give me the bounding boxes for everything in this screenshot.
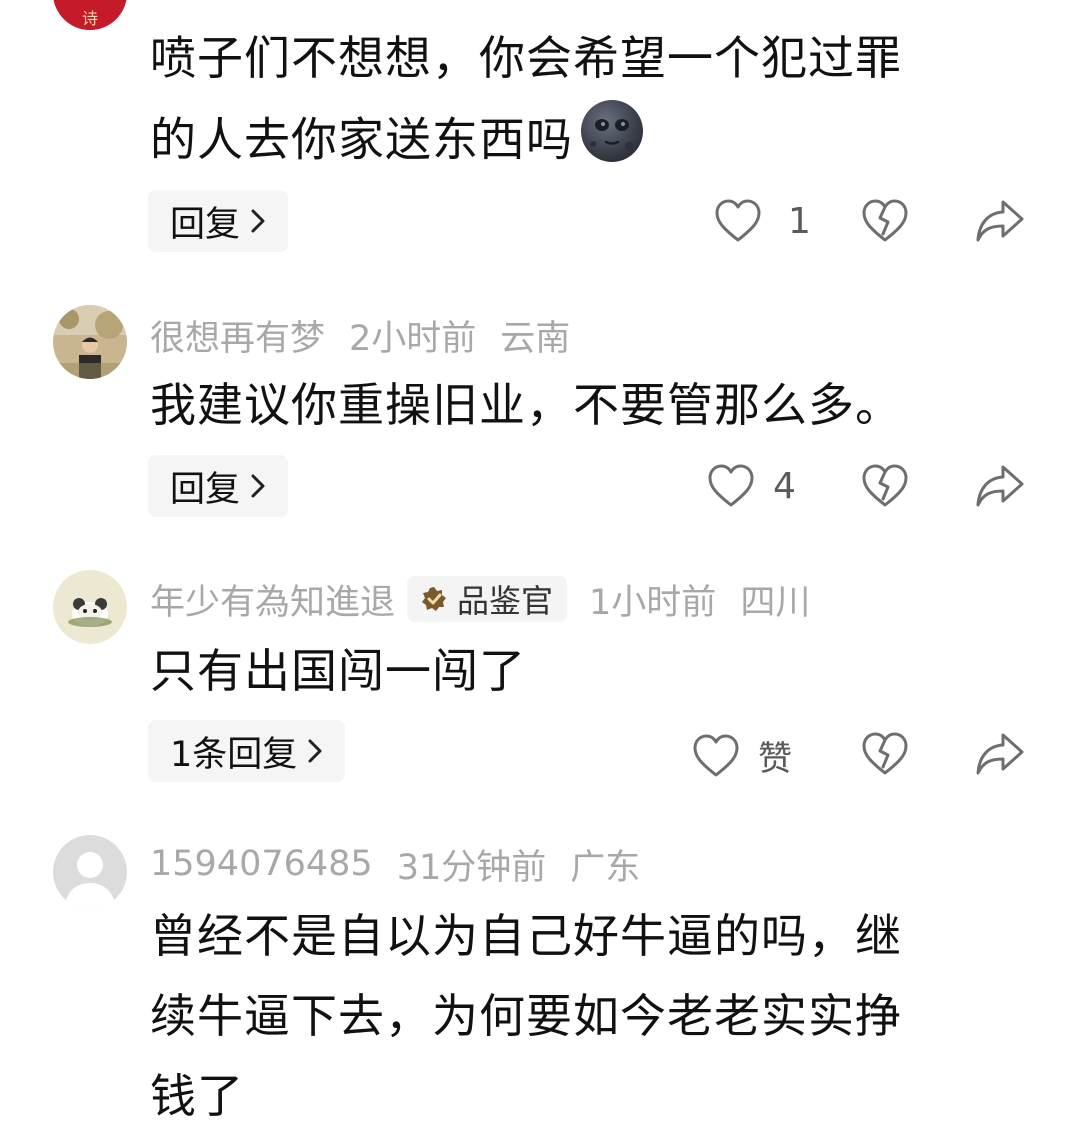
dislike-button[interactable] (861, 731, 909, 777)
comment-text-line: 的人去你家送东西吗 (150, 98, 1030, 188)
comment-location: 四川 (740, 582, 811, 623)
avatar[interactable] (53, 570, 127, 644)
like-button[interactable]: 1 (714, 198, 811, 244)
comment-text-line: 续牛逼下去，为何要如今老老实实挣 (150, 989, 902, 1043)
reply-label: 回复 (170, 469, 241, 510)
share-arrow-icon (976, 733, 1024, 775)
comment-top: 诗 喷子们不想想，你会希望一个犯过罪 的人去你家送东西吗 回复 1 (0, 0, 1080, 270)
like-count: 4 (773, 465, 796, 507)
chevron-right-icon (308, 739, 322, 763)
comment-text: 喷子们不想想，你会希望一个犯过罪 的人去你家送东西吗 (150, 18, 1030, 188)
reply-button[interactable]: 1条回复 (148, 720, 346, 782)
reply-label: 1条回复 (170, 734, 298, 775)
heart-outline-icon (708, 464, 754, 507)
share-button[interactable] (975, 731, 1025, 777)
username[interactable]: 1594076485 (150, 844, 373, 884)
comment-time: 31分钟前 (396, 847, 547, 888)
comment-text-line: 曾经不是自以为自己好牛逼的吗，继 (150, 909, 902, 963)
comment-item: 很想再有梦 2小时前 云南 我建议你重操旧业，不要管那么多。 回复 4 (0, 300, 1080, 540)
comment-location: 云南 (500, 318, 571, 359)
avatar-image: 诗 (53, 0, 127, 30)
dislike-button[interactable] (861, 463, 909, 509)
share-arrow-icon (976, 465, 1024, 507)
broken-heart-icon (862, 464, 908, 507)
comment-text-line: 喷子们不想想，你会希望一个犯过罪 (150, 31, 902, 85)
like-button[interactable]: 赞 (692, 731, 792, 780)
broken-heart-icon (862, 732, 908, 775)
broken-heart-icon (862, 199, 908, 242)
heart-outline-icon (693, 734, 739, 776)
comment-meta: 很想再有梦 2小时前 云南 (150, 313, 570, 359)
verified-badge-icon (422, 587, 447, 611)
avatar[interactable] (53, 305, 127, 379)
username[interactable]: 年少有為知進退 (150, 574, 395, 625)
username[interactable]: 很想再有梦 (150, 310, 325, 361)
comment-location: 广东 (570, 847, 641, 888)
avatar[interactable]: 诗 (53, 0, 127, 30)
chevron-right-icon (251, 474, 265, 498)
comment-meta: 1594076485 31分钟前 广东 (150, 842, 640, 888)
comment-text-fragment: 的人去你家送东西吗 (150, 112, 573, 167)
comment-time: 2小时前 (349, 318, 477, 359)
new-moon-face-emoji-icon (579, 98, 645, 188)
avatar[interactable] (53, 835, 127, 909)
comment-text: 曾经不是自以为自己好牛逼的吗，继 续牛逼下去，为何要如今老老实实挣 钱了 (150, 896, 1030, 1136)
share-button[interactable] (975, 463, 1025, 509)
comment-item: 1594076485 31分钟前 广东 曾经不是自以为自己好牛逼的吗，继 续牛逼… (0, 830, 1080, 1141)
comment-text: 只有出国闯一闯了 (150, 631, 1030, 711)
comment-item: 年少有為知進退 品鉴官 1小时前 四川 只有出国闯一闯了 1条回复 赞 (0, 565, 1080, 805)
heart-outline-icon (715, 199, 761, 242)
like-label: 赞 (758, 739, 792, 779)
svg-text:诗: 诗 (82, 10, 98, 28)
default-avatar-icon (53, 835, 127, 909)
like-button[interactable]: 4 (707, 463, 796, 509)
comment-time: 1小时前 (589, 582, 717, 623)
share-arrow-icon (976, 200, 1024, 242)
badge-label: 品鉴官 (457, 582, 554, 620)
chevron-right-icon (251, 209, 265, 233)
comment-text-line: 钱了 (150, 1069, 244, 1123)
comment-meta: 年少有為知進退 品鉴官 1小时前 四川 (150, 576, 810, 623)
comment-text-line: 只有出国闯一闯了 (150, 644, 526, 698)
comment-text-line: 我建议你重操旧业，不要管那么多。 (150, 378, 902, 432)
reply-button[interactable]: 回复 (148, 455, 289, 517)
avatar-image (53, 570, 127, 644)
dislike-button[interactable] (861, 198, 909, 244)
reply-label: 回复 (170, 204, 241, 245)
share-button[interactable] (975, 198, 1025, 244)
reply-button[interactable]: 回复 (148, 190, 289, 252)
avatar-image (53, 305, 127, 379)
like-count: 1 (788, 200, 811, 242)
comment-text: 我建议你重操旧业，不要管那么多。 (150, 365, 1030, 445)
rank-badge[interactable]: 品鉴官 (407, 576, 568, 622)
